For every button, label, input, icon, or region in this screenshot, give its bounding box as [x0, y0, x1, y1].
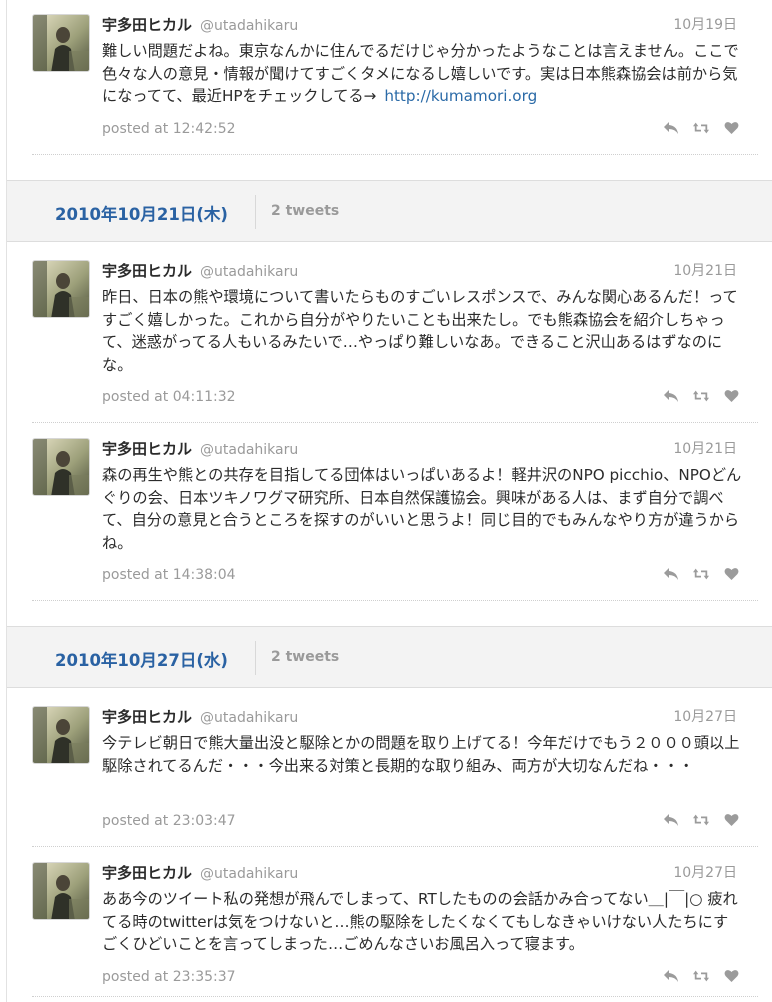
- retweet-icon[interactable]: [693, 566, 709, 582]
- favorite-icon[interactable]: [723, 566, 739, 582]
- tweet-actions: [663, 388, 739, 404]
- user-name[interactable]: 宇多田ヒカル @utadahikaru: [102, 14, 298, 35]
- avatar[interactable]: [32, 862, 90, 920]
- favorite-icon[interactable]: [723, 388, 739, 404]
- tweet-date[interactable]: 10月27日: [673, 862, 737, 882]
- avatar[interactable]: [32, 14, 90, 72]
- tweet-body: 昨日、日本の熊や環境について書いたらものすごいレスポンスで、みんな関心あるんだ！…: [102, 288, 738, 374]
- favorite-icon[interactable]: [723, 968, 739, 984]
- tweet-body: ああ今のツイート私の発想が飛んでしまって、RTしたものの会話かみ合ってない＿|￣…: [102, 890, 738, 953]
- user-name[interactable]: 宇多田ヒカル @utadahikaru: [102, 260, 298, 281]
- tweet-date[interactable]: 10月21日: [673, 260, 737, 280]
- user-handle[interactable]: @utadahikaru: [200, 710, 298, 726]
- user-name[interactable]: 宇多田ヒカル @utadahikaru: [102, 862, 298, 883]
- divider: [32, 846, 758, 847]
- tweet-date[interactable]: 10月21日: [673, 438, 737, 458]
- tweet-text: 昨日、日本の熊や環境について書いたらものすごいレスポンスで、みんな関心あるんだ！…: [102, 286, 742, 376]
- reply-icon[interactable]: [663, 566, 679, 582]
- day-header-count: 2 tweets: [271, 203, 340, 219]
- tweet-body: 今テレビ朝日で熊大量出没と駆除とかの問題を取り上げてる！今年だけでもう２０００頭…: [102, 734, 740, 775]
- retweet-icon[interactable]: [693, 388, 709, 404]
- posted-time[interactable]: posted at 12:42:52: [102, 121, 236, 137]
- tweet-link[interactable]: http://kumamori.org: [384, 87, 537, 105]
- reply-icon[interactable]: [663, 812, 679, 828]
- reply-icon[interactable]: [663, 968, 679, 984]
- tweet-actions: [663, 968, 739, 984]
- divider: [32, 996, 758, 997]
- avatar[interactable]: [32, 260, 90, 318]
- divider: [32, 422, 758, 423]
- day-header-count: 2 tweets: [271, 649, 340, 665]
- posted-time[interactable]: posted at 04:11:32: [102, 389, 236, 405]
- tweet-text: ああ今のツイート私の発想が飛んでしまって、RTしたものの会話かみ合ってない＿|￣…: [102, 888, 742, 956]
- retweet-icon[interactable]: [693, 120, 709, 136]
- retweet-icon[interactable]: [693, 968, 709, 984]
- user-handle[interactable]: @utadahikaru: [200, 442, 298, 458]
- day-header-date[interactable]: 2010年10月21日(木): [55, 201, 228, 225]
- day-header-separator: [255, 641, 256, 675]
- user-handle[interactable]: @utadahikaru: [200, 18, 298, 34]
- posted-time[interactable]: posted at 14:38:04: [102, 567, 236, 583]
- divider: [32, 600, 758, 601]
- tweet-actions: [663, 566, 739, 582]
- day-header: 2010年10月27日(水) 2 tweets: [7, 626, 772, 688]
- avatar[interactable]: [32, 706, 90, 764]
- day-header: 2010年10月21日(木) 2 tweets: [7, 180, 772, 242]
- tweet-text: 今テレビ朝日で熊大量出没と駆除とかの問題を取り上げてる！今年だけでもう２０００頭…: [102, 732, 742, 777]
- divider: [32, 154, 758, 155]
- reply-icon[interactable]: [663, 388, 679, 404]
- tweet-body: 森の再生や熊との共存を目指してる団体はいっぱいあるよ！軽井沢のNPO picch…: [102, 466, 742, 552]
- favorite-icon[interactable]: [723, 812, 739, 828]
- tweet-actions: [663, 120, 739, 136]
- avatar[interactable]: [32, 438, 90, 496]
- user-handle[interactable]: @utadahikaru: [200, 264, 298, 280]
- user-name[interactable]: 宇多田ヒカル @utadahikaru: [102, 706, 298, 727]
- timeline: 宇多田ヒカル @utadahikaru 10月19日 難しい問題だよね。東京なんか…: [6, 0, 772, 1002]
- tweet-actions: [663, 812, 739, 828]
- tweet-text: 難しい問題だよね。東京なんかに住んでるだけじゃ分かったようなことは言えません。こ…: [102, 40, 742, 108]
- tweet-date[interactable]: 10月27日: [673, 706, 737, 726]
- favorite-icon[interactable]: [723, 120, 739, 136]
- user-name[interactable]: 宇多田ヒカル @utadahikaru: [102, 438, 298, 459]
- day-header-separator: [255, 195, 256, 229]
- tweet-text: 森の再生や熊との共存を目指してる団体はいっぱいあるよ！軽井沢のNPO picch…: [102, 464, 742, 554]
- posted-time[interactable]: posted at 23:03:47: [102, 813, 236, 829]
- posted-time[interactable]: posted at 23:35:37: [102, 969, 236, 985]
- user-handle[interactable]: @utadahikaru: [200, 866, 298, 882]
- reply-icon[interactable]: [663, 120, 679, 136]
- day-header-date[interactable]: 2010年10月27日(水): [55, 647, 228, 671]
- tweet-date[interactable]: 10月19日: [673, 14, 737, 34]
- retweet-icon[interactable]: [693, 812, 709, 828]
